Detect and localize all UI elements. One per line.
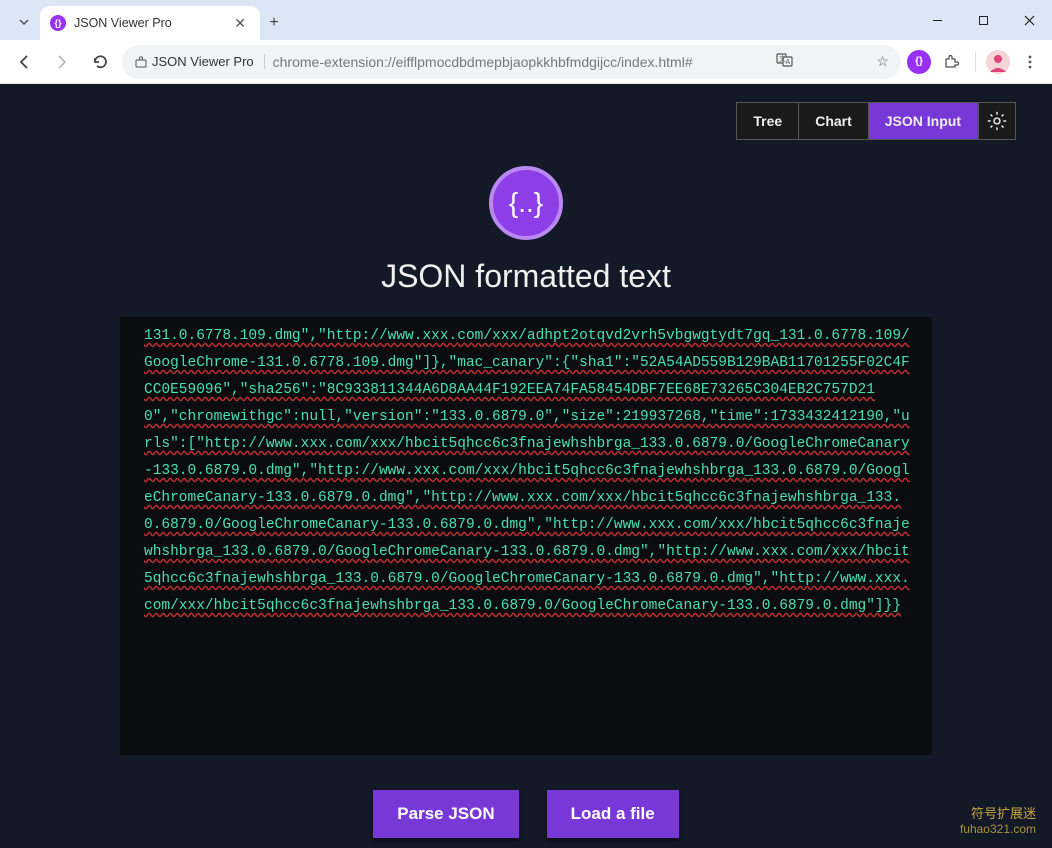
- svg-text:A: A: [785, 59, 790, 66]
- settings-button[interactable]: [978, 102, 1016, 140]
- url-text: chrome-extension://eifflpmocdbdmepbjaopk…: [273, 54, 693, 70]
- action-buttons: Parse JSON Load a file: [0, 790, 1052, 838]
- close-window-button[interactable]: [1006, 0, 1052, 40]
- watermark-line2: fuhao321.com: [960, 822, 1036, 836]
- extension-icon: [134, 55, 148, 69]
- reload-button[interactable]: [84, 46, 116, 78]
- bookmark-icon[interactable]: ☆: [876, 53, 889, 70]
- app-logo: {..}: [489, 166, 563, 240]
- address-bar[interactable]: JSON Viewer Pro chrome-extension://eiffl…: [122, 45, 901, 79]
- toolbar-divider: [975, 52, 976, 72]
- translate-icon[interactable]: 文A: [774, 49, 796, 74]
- json-input-textarea[interactable]: [120, 317, 932, 755]
- gear-icon: [986, 110, 1008, 132]
- forward-button: [46, 46, 78, 78]
- watermark: 符号扩展迷 fuhao321.com: [960, 806, 1036, 836]
- browser-titlebar: {} JSON Viewer Pro ✕ +: [0, 0, 1052, 40]
- watermark-line1: 符号扩展迷: [960, 806, 1036, 822]
- browser-toolbar: JSON Viewer Pro chrome-extension://eiffl…: [0, 40, 1052, 84]
- extension-name: JSON Viewer Pro: [152, 54, 254, 69]
- back-button[interactable]: [8, 46, 40, 78]
- tab-tree[interactable]: Tree: [737, 103, 799, 139]
- extensions-icon[interactable]: [937, 48, 965, 76]
- window-controls: [914, 0, 1052, 40]
- tab-json-input[interactable]: JSON Input: [869, 103, 977, 139]
- profile-avatar[interactable]: [986, 50, 1010, 74]
- browser-tab[interactable]: {} JSON Viewer Pro ✕: [40, 6, 260, 40]
- tab-title: JSON Viewer Pro: [74, 16, 222, 30]
- minimize-button[interactable]: [914, 0, 960, 40]
- tab-search-icon[interactable]: [10, 8, 38, 36]
- app-page: Tree Chart JSON Input {..} JSON formatte…: [0, 84, 1052, 848]
- new-tab-button[interactable]: +: [260, 6, 288, 40]
- load-file-button[interactable]: Load a file: [547, 790, 679, 838]
- maximize-button[interactable]: [960, 0, 1006, 40]
- extension-chip[interactable]: JSON Viewer Pro: [134, 54, 265, 69]
- tab-favicon: {}: [50, 15, 66, 31]
- menu-icon[interactable]: [1016, 48, 1044, 76]
- view-tabs: Tree Chart JSON Input: [736, 102, 978, 140]
- main-content: {..} JSON formatted text Parse JSON Load…: [0, 84, 1052, 838]
- json-viewer-ext-icon[interactable]: {}: [907, 50, 931, 74]
- tab-chart[interactable]: Chart: [799, 103, 869, 139]
- parse-json-button[interactable]: Parse JSON: [373, 790, 518, 838]
- page-title: JSON formatted text: [0, 258, 1052, 295]
- close-icon[interactable]: ✕: [230, 13, 250, 34]
